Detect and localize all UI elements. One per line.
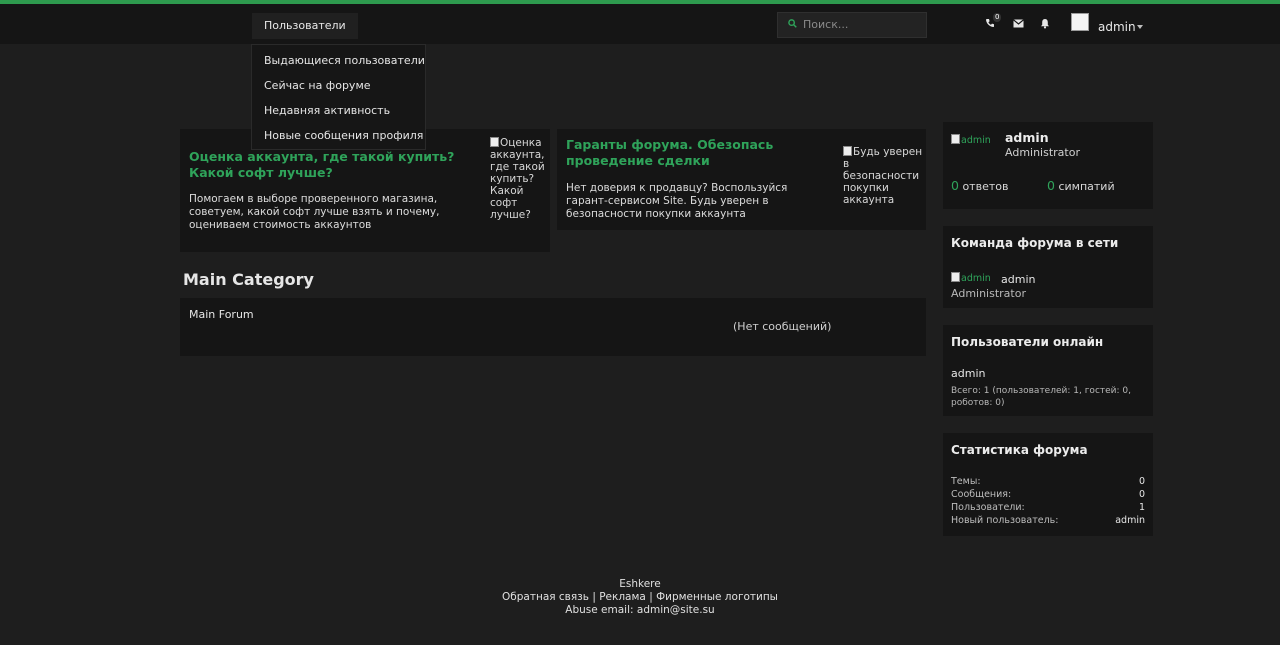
stat-label: Сообщения: [951,489,1012,500]
broken-image-icon [490,137,499,147]
stat-row-newest-user: Новый пользователь: admin [951,515,1145,526]
users-dropdown-menu: Выдающиеся пользователи Сейчас на форуме… [251,44,426,150]
broken-image-icon [951,272,960,282]
menu-item-new-profile-posts[interactable]: Новые сообщения профиля [264,129,423,142]
search-placeholder: Поиск... [803,18,849,31]
category-title[interactable]: Main Category [183,270,314,289]
promo-title[interactable]: Оценка аккаунта, где такой купить? Какой… [189,149,479,181]
stat-value: 0 [1138,489,1145,500]
footer-site-name: Eshkere [619,578,661,590]
stat-value: 0 [1138,476,1145,487]
staff-avatar[interactable]: admin [951,272,991,285]
sidebar-staff-online: Команда форума в сети admin admin Admini… [943,226,1153,308]
staff-role: Administrator [951,287,1026,300]
promo-image-alt: Оценка аккаунта, где такой купить? Какой… [490,137,545,221]
profile-name[interactable]: admin [1005,130,1049,145]
phone-icon[interactable]: 0 [985,13,1002,32]
menu-item-online-now[interactable]: Сейчас на форуме [264,79,371,92]
notif-badge: 0 [993,13,1002,22]
user-avatar[interactable] [1071,13,1089,31]
search-icon [788,13,797,37]
staff-avatar-alt: admin [961,273,991,284]
footer-link-feedback[interactable]: Обратная связь [502,591,589,603]
stat-row-messages: Сообщения: 0 [951,489,1145,500]
online-summary: Всего: 1 (пользователей: 1, гостей: 0, р… [951,386,1131,408]
forum-link[interactable]: Main Forum [189,308,254,321]
replies-label: ответов [962,180,1009,193]
forum-last-post: (Нет сообщений) [733,320,832,333]
mail-icon[interactable] [1013,18,1024,32]
footer-abuse-email[interactable]: Abuse email: admin@site.su [0,604,1280,617]
replies-count: 0 [951,178,959,193]
online-title: Пользователи онлайн [951,335,1104,349]
profile-replies: 0 ответов [951,178,1008,193]
bell-icon[interactable] [1040,18,1050,33]
stat-label: Темы: [951,476,981,487]
likes-count: 0 [1047,178,1055,193]
footer-link-logos[interactable]: Фирменные логотипы [656,591,778,603]
staff-name[interactable]: admin [1001,273,1035,286]
profile-role: Administrator [1005,146,1080,159]
chevron-down-icon[interactable] [1137,25,1143,29]
nav-username[interactable]: admin [1098,20,1136,34]
promo-text: Помогаем в выборе проверенного магазина,… [189,193,440,231]
stat-row-threads: Темы: 0 [951,476,1145,487]
stat-row-users: Пользователи: 1 [951,502,1145,513]
stats-title: Статистика форума [951,443,1088,457]
search-input[interactable]: Поиск... [777,12,927,38]
sidebar-forum-stats: Статистика форума Темы: 0 Сообщения: 0 Пол… [943,433,1153,536]
forum-row: Main Forum (Нет сообщений) [180,298,926,356]
sidebar-users-online: Пользователи онлайн admin Всего: 1 (поль… [943,325,1153,416]
broken-image-icon [843,146,852,156]
footer-link-ads[interactable]: Реклама [599,591,646,603]
sidebar-profile-block: admin admin Administrator 0 ответов 0 си… [943,122,1153,209]
promo-card-guarantors[interactable]: Гаранты форума. Обезопась проведение сде… [557,129,926,230]
stat-label: Пользователи: [951,502,1025,513]
promo-image-alt: Будь уверен в безопасности покупки аккау… [843,146,923,206]
stat-value: 1 [1138,502,1145,513]
profile-likes: 0 симпатий [1047,178,1115,193]
broken-image-icon [951,134,960,144]
stat-value-newest-user[interactable]: admin [1115,515,1145,526]
nav-users-tab[interactable]: Пользователи [252,13,358,39]
stat-label: Новый пользователь: [951,515,1059,526]
profile-avatar[interactable]: admin [951,134,991,147]
online-user[interactable]: admin [951,367,985,380]
menu-item-notable-members[interactable]: Выдающиеся пользователи [264,54,425,67]
staff-title: Команда форума в сети [951,236,1119,250]
profile-avatar-alt: admin [961,135,991,146]
promo-image: Будь уверен в безопасности покупки аккау… [843,146,923,206]
footer-separator: | [649,591,653,603]
navbar: Пользователи Поиск... 0 admin [0,4,1280,44]
menu-item-recent-activity[interactable]: Недавняя активность [264,104,390,117]
likes-label: симпатий [1058,180,1115,193]
promo-title[interactable]: Гаранты форума. Обезопась проведение сде… [566,137,816,169]
promo-image: Оценка аккаунта, где такой купить? Какой… [490,137,546,221]
footer-separator: | [592,591,596,603]
promo-text: Нет доверия к продавцу? Воспользуйся гар… [566,182,788,220]
footer-links: Обратная связь | Реклама | Фирменные лог… [0,591,1280,604]
footer: Eshkere Обратная связь | Реклама | Фирме… [0,578,1280,617]
